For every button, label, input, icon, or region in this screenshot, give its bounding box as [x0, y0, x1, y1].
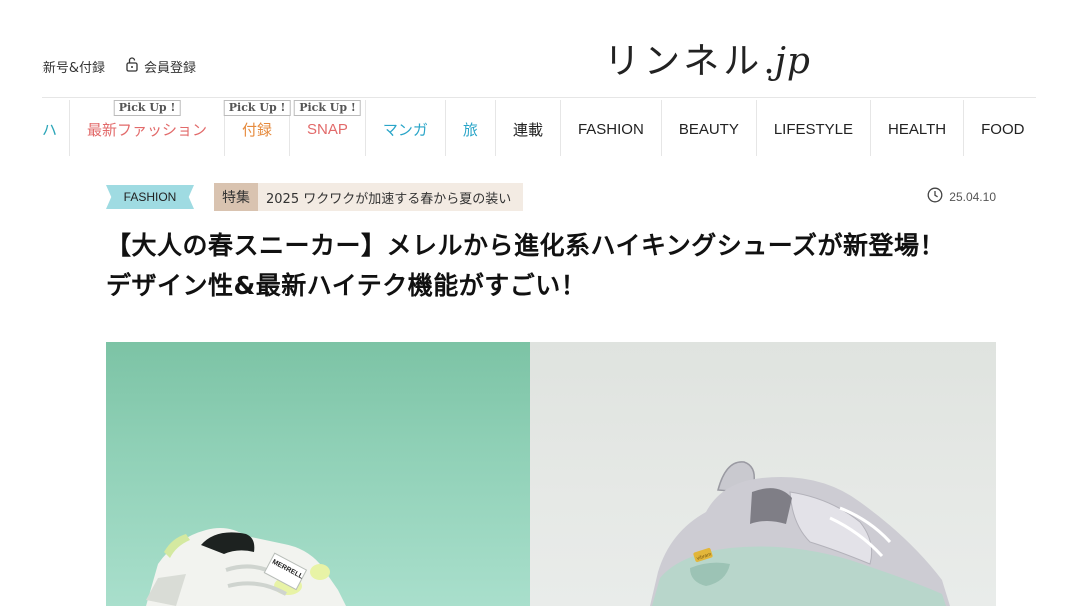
pickup-badge: Pick Up ! [223, 100, 291, 116]
feature-link[interactable]: 特集 2025 ワクワクが加速する春から夏の装い [214, 183, 524, 211]
member-register-link[interactable]: 会員登録 [125, 56, 196, 76]
nav-item-beauty[interactable]: BEAUTY [662, 100, 757, 156]
nav-item-jp-4[interactable]: マンガ [366, 100, 446, 156]
latest-issue-label: 最新号&付録 [42, 60, 105, 76]
feature-tag: 特集 [214, 183, 258, 211]
nav-list: ハ Pick Up ! 最新ファッション Pick Up ! 付録 Pick Up ! SN… [42, 100, 1036, 156]
right-shoe-illustration: vibram [650, 461, 950, 606]
nav-item-label: FOOD [981, 121, 1025, 138]
category-label: FASHION [123, 190, 177, 204]
global-nav: ハ Pick Up ! 最新ファッション Pick Up ! 付録 Pick Up ! SN… [42, 100, 1036, 156]
nav-item-label: 付録 [242, 122, 273, 139]
feature-title: 2025 ワクワクが加速する春から夏の装い [258, 183, 524, 211]
nav-item-label: 連載 [512, 122, 543, 139]
nav-item-label: HEALTH [888, 121, 947, 138]
publish-date: 25.04.10 [927, 187, 996, 206]
header-divider [42, 97, 1036, 98]
nav-item-fashion[interactable]: FASHION [561, 100, 662, 156]
pickup-badge: Pick Up ! [294, 100, 361, 116]
latest-issue-link[interactable]: 最新号&付録 [42, 57, 105, 76]
header-links: 最新号&付録 会員登録 [42, 56, 196, 76]
nav-item-label: 旅 [462, 122, 478, 139]
nav-item-label: 最新ファッション [87, 122, 208, 139]
nav-item-label: ハ [42, 122, 58, 139]
pickup-badge: Pick Up ! [113, 100, 181, 116]
publish-date-text: 25.04.10 [949, 189, 996, 204]
logo-main: リンネル [604, 41, 764, 82]
nav-item-health[interactable]: HEALTH [871, 100, 965, 156]
nav-item-jp-5[interactable]: 旅 [446, 100, 496, 156]
member-register-label: 会員登録 [144, 60, 197, 76]
nav-item-partial[interactable]: ハ [42, 100, 71, 156]
nav-item-label: SNAP [307, 121, 348, 138]
logo-dot: . [763, 41, 775, 82]
hero-image: MERRELL vibram [106, 342, 996, 606]
site-logo[interactable]: リンネル.jp [604, 42, 811, 82]
nav-item-jp-6[interactable]: 連載 [496, 100, 561, 156]
left-shoe-illustration: MERRELL [146, 528, 346, 606]
article-meta: FASHION 特集 2025 ワクワクが加速する春から夏の装い 25.04.1… [106, 183, 996, 211]
logo-suffix: jp [774, 41, 811, 82]
hero-right-panel: vibram [530, 342, 996, 606]
nav-item-label: BEAUTY [678, 121, 739, 138]
hero-left-panel: MERRELL [106, 342, 530, 606]
article-title-line1: 【大人の春スニーカー】メレルから進化系ハイキングシューズが新登場！ [106, 231, 946, 260]
nav-item-label: マンガ [382, 122, 428, 139]
nav-item-snap[interactable]: Pick Up ! SNAP [290, 100, 366, 156]
nav-item-food[interactable]: FOOD [964, 100, 1036, 156]
article-title: 【大人の春スニーカー】メレルから進化系ハイキングシューズが新登場！ デザイン性&… [106, 226, 1006, 306]
lock-icon [125, 56, 139, 76]
nav-item-lifestyle[interactable]: LIFESTYLE [757, 100, 872, 156]
clock-icon [927, 187, 943, 206]
nav-item-jp-1[interactable]: Pick Up ! 最新ファッション [70, 100, 226, 156]
category-badge[interactable]: FASHION [106, 185, 194, 209]
article-title-line2: デザイン性&最新ハイテク機能がすごい！ [106, 271, 587, 300]
nav-item-label: LIFESTYLE [773, 121, 854, 138]
nav-item-jp-2[interactable]: Pick Up ! 付録 [223, 100, 291, 156]
nav-item-label: FASHION [577, 121, 644, 138]
